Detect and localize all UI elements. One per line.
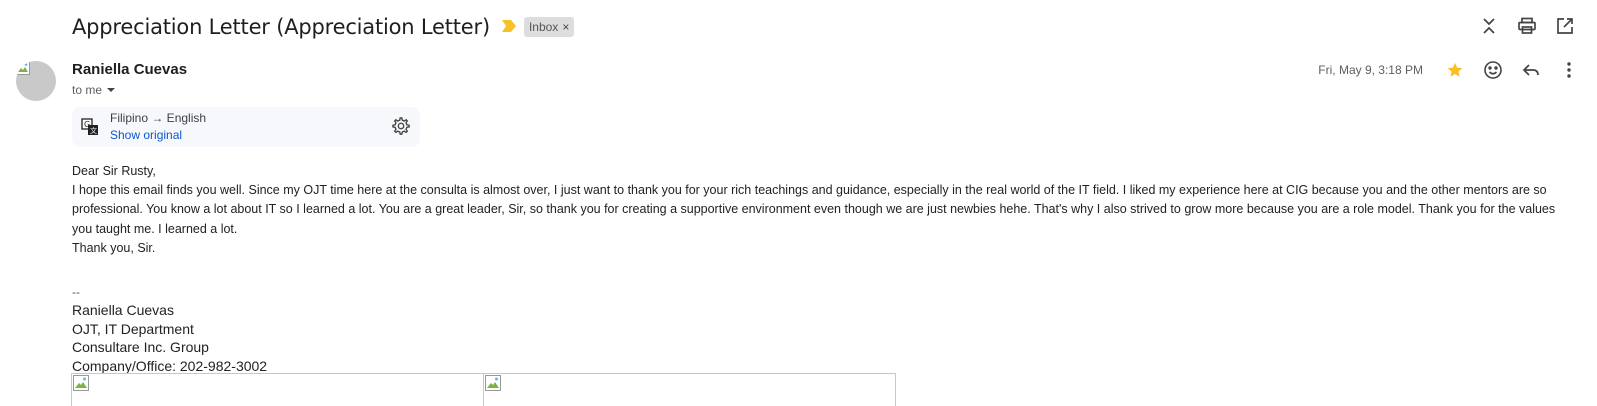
email-body: Dear Sir Rusty, I hope this email finds …	[72, 162, 1562, 376]
remove-label-button[interactable]: ×	[562, 20, 569, 34]
inbox-label-text: Inbox	[528, 20, 559, 34]
recipient-details-toggle[interactable]: to me	[72, 83, 116, 97]
inbox-label-chip[interactable]: Inbox ×	[523, 17, 575, 37]
reply-icon[interactable]	[1519, 58, 1543, 82]
gear-icon[interactable]	[392, 117, 410, 135]
signature-image	[71, 373, 484, 406]
closing: Thank you, Sir.	[72, 240, 156, 255]
translate-icon: G文	[81, 118, 98, 135]
body-paragraph: I hope this email finds you well. Since …	[72, 183, 1556, 236]
importance-marker-icon[interactable]	[501, 20, 516, 34]
translation-languages: Filipino → English	[110, 111, 207, 125]
broken-image-icon	[16, 61, 30, 75]
email-subject: Appreciation Letter (Appreciation Letter…	[72, 15, 490, 39]
avatar[interactable]	[16, 61, 56, 101]
svg-text:文: 文	[90, 126, 97, 135]
signature-image	[484, 373, 896, 406]
greeting: Dear Sir Rusty,	[72, 164, 156, 178]
signature-company: Consultare Inc. Group	[72, 339, 209, 356]
more-vert-icon[interactable]	[1557, 58, 1581, 82]
thread-actions	[1477, 14, 1577, 38]
broken-image-icon	[485, 375, 501, 391]
open-in-new-window-icon[interactable]	[1553, 14, 1577, 38]
signature-name: Raniella Cuevas	[72, 302, 174, 319]
show-original-link[interactable]: Show original	[110, 128, 182, 142]
message-date: Fri, May 9, 3:18 PM	[1318, 63, 1423, 77]
message-meta: Fri, May 9, 3:18 PM	[1318, 58, 1581, 82]
translation-bar: G文 Filipino → English Show original	[72, 107, 420, 147]
email-view: Appreciation Letter (Appreciation Letter…	[0, 0, 1597, 406]
collapse-all-icon[interactable]	[1477, 14, 1501, 38]
recipient-text: to me	[72, 83, 103, 97]
emoji-react-icon[interactable]	[1481, 58, 1505, 82]
signature-title: OJT, IT Department	[72, 320, 194, 337]
star-icon[interactable]	[1443, 58, 1467, 82]
subject-row: Appreciation Letter (Appreciation Letter…	[72, 12, 575, 42]
signature-images	[71, 373, 896, 406]
print-icon[interactable]	[1515, 14, 1539, 38]
broken-image-icon	[73, 375, 89, 391]
chevron-down-icon	[107, 88, 116, 92]
signature-separator: --	[72, 285, 80, 300]
sender-name[interactable]: Raniella Cuevas	[72, 61, 187, 78]
